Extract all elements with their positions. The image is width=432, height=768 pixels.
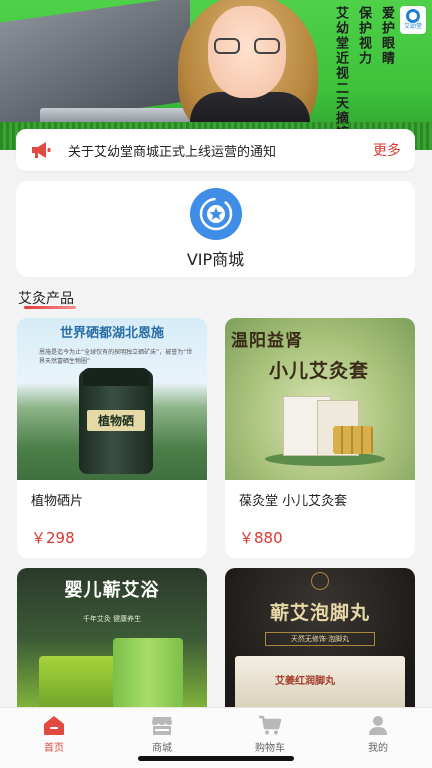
megaphone-icon: [32, 142, 51, 158]
slogan-column-1: 爱护眼睛: [379, 6, 394, 66]
product-image: 温阳益肾 小儿艾灸套: [225, 318, 415, 480]
product-card[interactable]: 温阳益肾 小儿艾灸套 葆灸堂 小儿艾灸套 ￥880: [225, 318, 415, 558]
brand-logo-label: 艾幼堂: [403, 23, 422, 30]
section-title-underline: [24, 306, 76, 309]
tab-store-label: 商城: [152, 743, 172, 754]
bath-tin-illustration: [113, 638, 183, 708]
tab-home[interactable]: 首页: [0, 708, 108, 768]
tab-profile[interactable]: 我的: [324, 708, 432, 768]
brand-logo-icon: [406, 9, 420, 23]
vip-mall-card[interactable]: VIP商城: [16, 181, 415, 277]
moxa-cups-illustration: [333, 426, 373, 454]
product-image-headline: 婴儿蕲艾浴: [64, 580, 160, 601]
product-image: 蕲艾泡脚丸 天然无修饰·泡脚丸 艾姜红润脚丸: [225, 568, 415, 708]
notice-text[interactable]: 关于艾幼堂商城正式上线运营的通知: [68, 141, 365, 160]
banner-slogan: 艾幼堂近视二天摘镜 保护视力 爱护眼睛: [331, 6, 396, 141]
selenium-jar-illustration: 植物硒: [79, 368, 153, 474]
product-image-subtext: 恩施是迄今为止“全球仅有的探明独立硒矿床”，被誉为“世界天然富硒生物圈”: [39, 349, 193, 365]
store-icon: [152, 717, 172, 735]
home-indicator: [138, 756, 294, 761]
vip-star-icon: [189, 188, 242, 240]
product-image-subheadline: 小儿艾灸套: [269, 360, 370, 382]
jar-label: 植物硒: [87, 410, 145, 431]
notice-more-link[interactable]: 更多: [373, 140, 401, 160]
user-icon: [369, 716, 387, 735]
product-image-headline: 蕲艾泡脚丸: [269, 602, 370, 624]
promo-banner[interactable]: 艾幼堂近视二天摘镜 保护视力 爱护眼睛 艾幼堂: [0, 0, 432, 150]
notice-bar[interactable]: 关于艾幼堂商城正式上线运营的通知 更多: [16, 129, 415, 171]
slogan-column-2: 保护视力: [356, 6, 371, 66]
product-image-subheadline: 天然无修饰·泡脚丸: [265, 632, 375, 646]
product-image-subheadline: 千年艾灸 健康养生: [82, 615, 142, 623]
product-image-headline: 世界硒都湖北恩施: [59, 326, 164, 341]
product-price: ￥298: [31, 529, 75, 547]
product-image-headline: 温阳益肾: [231, 331, 303, 351]
product-image: 婴儿蕲艾浴 千年艾灸 健康养生: [17, 568, 207, 708]
product-image: 世界硒都湖北恩施 恩施是迄今为止“全球仅有的探明独立硒矿床”，被誉为“世界天然富…: [17, 318, 207, 480]
brand-logo: 艾幼堂: [400, 6, 426, 34]
tab-cart-label: 购物车: [255, 743, 285, 754]
glasses-illustration: [214, 38, 280, 54]
product-price: ￥880: [239, 529, 283, 547]
brand-emblem-icon: [311, 572, 329, 590]
product-name: 葆灸堂 小儿艾灸套: [239, 494, 348, 509]
product-box-label: 艾姜红润脚丸: [275, 676, 335, 687]
product-name: 植物硒片: [31, 494, 84, 509]
tab-home-label: 首页: [44, 743, 64, 754]
cart-icon: [259, 715, 282, 735]
section-title: 艾灸产品: [18, 291, 74, 307]
product-box-illustration: 艾姜红润脚丸: [235, 656, 405, 708]
slogan-column-3: 艾幼堂近视二天摘镜: [333, 6, 348, 141]
vip-mall-label: VIP商城: [186, 250, 245, 269]
home-icon: [44, 716, 64, 735]
product-card[interactable]: 世界硒都湖北恩施 恩施是迄今为止“全球仅有的探明独立硒矿床”，被誉为“世界天然富…: [17, 318, 207, 558]
tab-profile-label: 我的: [368, 743, 388, 754]
